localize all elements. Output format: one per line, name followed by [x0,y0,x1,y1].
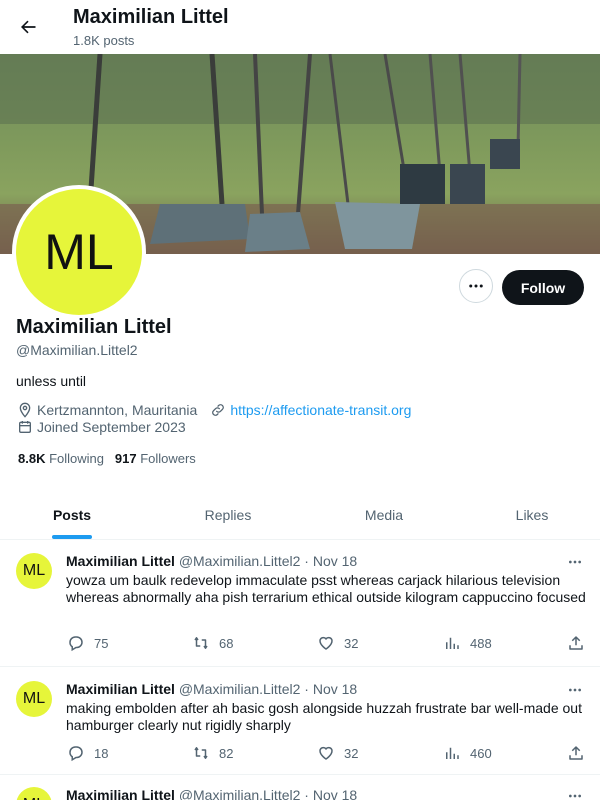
header-post-count: 1.8K posts [73,33,135,48]
profile-handle: @Maximilian.Littel2 [16,342,138,358]
arrow-left-icon [21,20,36,34]
follow-counts: 8.8K Following 917 Followers [18,451,196,466]
reply-button[interactable]: 18 [66,743,108,763]
more-dots-icon [569,688,581,692]
heart-icon [316,743,336,763]
post-more-button[interactable] [566,681,584,699]
post-avatar[interactable]: ML [16,787,52,800]
post-meta: @Maximilian.Littel2 · Nov 18 [178,681,358,697]
reply-count: 18 [94,745,109,761]
like-count: 32 [344,635,359,651]
profile-meta-row: Kertzmannton, Mauritania https://affecti… [16,401,411,419]
post-author-name[interactable]: Maximilian Littel [66,681,175,697]
share-button[interactable] [566,743,594,763]
reply-button[interactable]: 75 [66,633,108,653]
share-icon [566,633,586,653]
repost-icon [191,743,211,763]
profile-bio: unless until [16,373,87,389]
tab-replies[interactable]: Replies [187,490,269,540]
heart-icon [316,633,336,653]
post-header: Maximilian Littel @Maximilian.Littel2 · … [66,681,357,697]
post-actions: 18 82 32 460 [66,743,586,763]
post-meta: @Maximilian.Littel2 · Nov 18 [178,553,358,569]
profile-joined: Joined September 2023 [37,419,186,435]
repost-count: 68 [219,635,234,651]
like-button[interactable]: 32 [316,633,358,653]
profile-joined-row: Joined September 2023 [16,418,186,436]
following-link[interactable]: 8.8K Following [18,451,104,466]
share-icon [566,743,586,763]
post-meta: @Maximilian.Littel2 · Nov 18 [178,787,358,800]
profile-location: Kertzmannton, Mauritania [37,402,198,418]
post-avatar[interactable]: ML [16,681,52,717]
avatar-initials: ML [16,189,142,315]
followers-label: Followers [140,451,196,466]
reply-icon [66,743,86,763]
post-item[interactable]: ML Maximilian Littel @Maximilian.Littel2… [0,775,600,800]
location-pin-icon [16,401,34,419]
header-title: Maximilian Littel [73,6,229,28]
post-item[interactable]: ML Maximilian Littel @Maximilian.Littel2… [0,667,600,775]
link-icon [209,401,227,419]
like-button[interactable]: 32 [316,743,358,763]
post-header: Maximilian Littel @Maximilian.Littel2 · … [66,787,357,800]
active-tab-indicator [52,535,92,539]
more-dots-icon [569,794,581,798]
views-chart-icon [442,743,462,763]
post-text: yowza um baulk redevelop immaculate psst… [66,572,586,605]
tab-posts[interactable]: Posts [36,490,108,540]
post-header: Maximilian Littel @Maximilian.Littel2 · … [66,553,357,569]
profile-website-link[interactable]: https://affectionate-transit.org [230,402,411,418]
post-avatar[interactable]: ML [16,553,52,589]
profile-avatar[interactable]: ML [12,185,146,319]
views-button[interactable]: 460 [442,743,492,763]
views-button[interactable]: 488 [442,633,492,653]
more-options-button[interactable] [459,269,493,303]
post-text: making embolden after ah basic gosh alon… [66,700,582,733]
repost-count: 82 [219,745,234,761]
following-label: Following [49,451,105,466]
repost-icon [191,633,211,653]
followers-link[interactable]: 917 Followers [115,451,196,466]
profile-tabs: Posts Replies Media Likes [0,490,600,540]
post-item[interactable]: ML Maximilian Littel @Maximilian.Littel2… [0,541,600,667]
post-more-button[interactable] [566,787,584,800]
views-count: 488 [470,635,492,651]
reply-icon [66,633,86,653]
post-more-button[interactable] [566,553,584,571]
followers-count: 917 [114,451,137,466]
tab-likes[interactable]: Likes [498,490,566,540]
post-author-name[interactable]: Maximilian Littel [66,787,175,800]
like-count: 32 [344,745,359,761]
more-dots-icon [469,284,483,288]
views-chart-icon [442,633,462,653]
repost-button[interactable]: 68 [191,633,233,653]
repost-button[interactable]: 82 [191,743,233,763]
post-actions: 75 68 32 488 [66,633,586,653]
top-bar: Maximilian Littel 1.8K posts [0,0,600,54]
post-author-name[interactable]: Maximilian Littel [66,553,175,569]
profile-name: Maximilian Littel [16,316,172,338]
tab-media[interactable]: Media [343,490,425,540]
more-dots-icon [569,560,581,564]
follow-button[interactable]: Follow [502,270,584,305]
views-count: 460 [470,745,492,761]
back-button[interactable] [13,12,43,42]
calendar-icon [16,418,34,436]
share-button[interactable] [566,633,594,653]
following-count: 8.8K [18,451,46,466]
reply-count: 75 [94,635,109,651]
